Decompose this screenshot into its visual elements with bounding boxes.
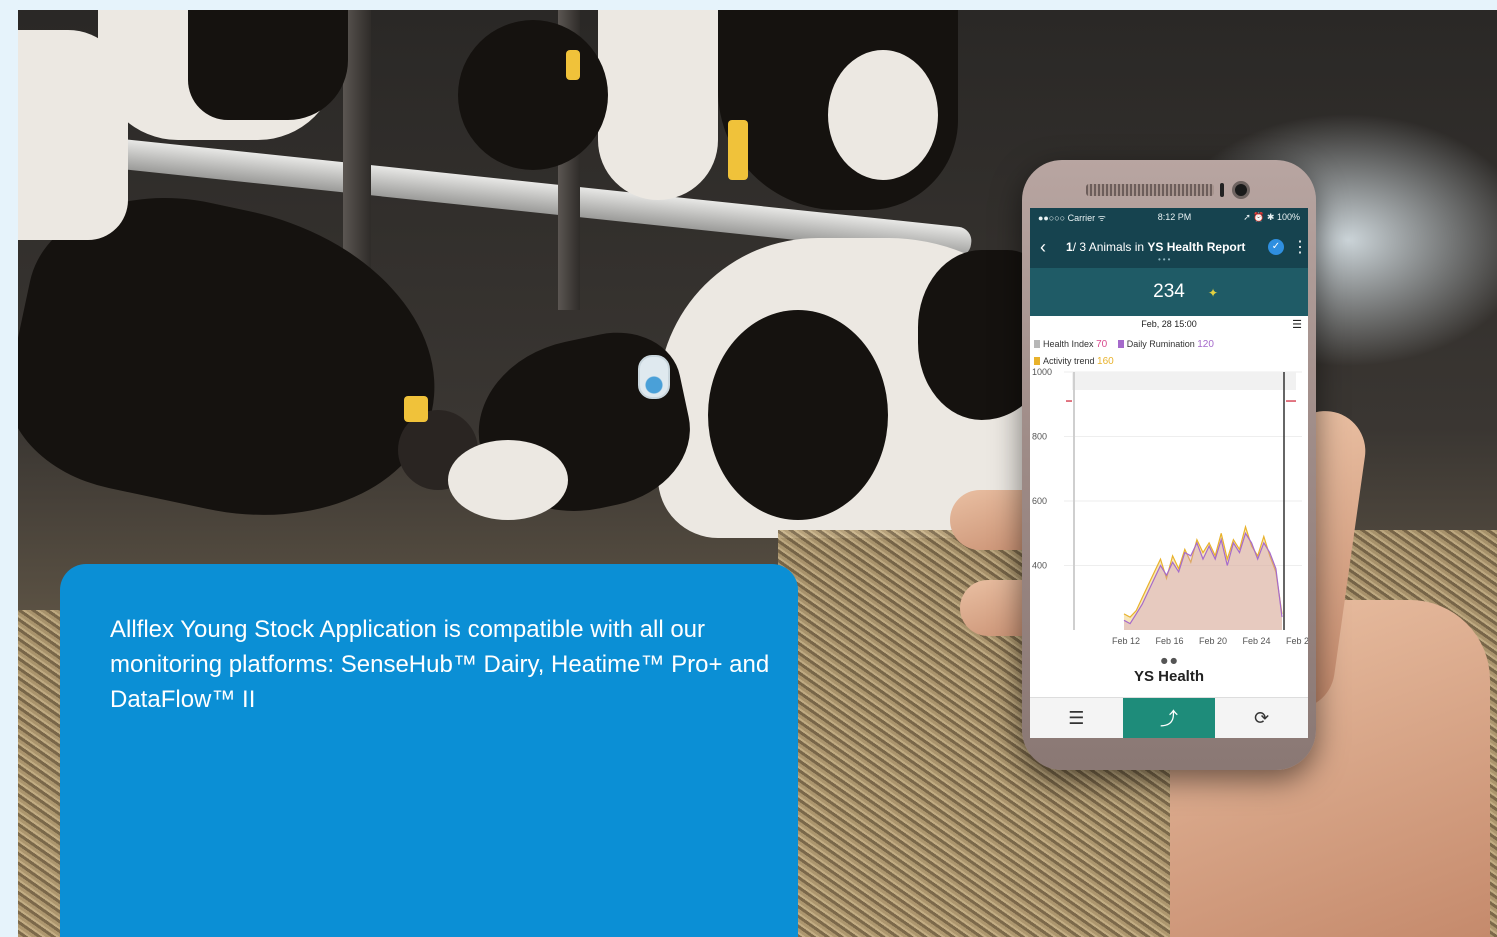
info-card: Allflex Young Stock Application is compa… — [60, 564, 798, 937]
list-icon: ☰ — [1068, 707, 1085, 729]
background-cow — [188, 10, 348, 120]
background-cow — [828, 50, 938, 180]
chart-date: Feb, 28 15:00 — [1141, 319, 1197, 329]
y-tick-label: 600 — [1032, 496, 1047, 506]
nav-title: 1/ 3 Animals in YS Health Report — [1054, 240, 1268, 254]
phone-screen: ●●○○○ Carrier ᯤ 8:12 PM ➚ ⏰ ✱ 100% ‹ 1/ … — [1030, 208, 1308, 738]
section-title: YS Health — [1133, 668, 1205, 685]
legend-value: 70 — [1096, 339, 1108, 350]
chevron-left-icon[interactable]: ‹ — [1032, 237, 1054, 258]
y-tick-label: 1000 — [1032, 368, 1052, 377]
yellow-ear-tag — [404, 396, 428, 422]
x-tick-label: Feb 28 — [1286, 636, 1308, 646]
series-area — [1124, 533, 1282, 630]
calf-patch — [708, 310, 888, 520]
front-camera — [1232, 181, 1250, 199]
trend-icon: ⤴ — [1160, 709, 1178, 730]
sensor — [1220, 183, 1224, 197]
list-icon[interactable]: ☰ — [1292, 317, 1302, 333]
legend-health: Health Index 70 — [1034, 339, 1115, 350]
report-name: YS Health Report — [1147, 240, 1246, 254]
legend-swatch — [1034, 357, 1040, 365]
animal-id: 234 — [1153, 281, 1185, 302]
calf-muzzle — [448, 440, 568, 520]
y-tick-label: 400 — [1032, 561, 1047, 571]
animal-id-header: 234 ✦ — [1030, 268, 1308, 316]
page-dots: ••• — [1158, 255, 1173, 264]
adult-cow-patch — [18, 30, 128, 240]
more-vertical-icon[interactable]: ⋮ — [1292, 237, 1308, 257]
speaker-grill — [1086, 184, 1214, 196]
tab-refresh[interactable]: ⟳ — [1215, 698, 1308, 738]
refresh-icon: ⟳ — [1254, 707, 1270, 729]
pin-icon[interactable]: ✦ — [1208, 286, 1218, 300]
yellow-ear-tag — [566, 50, 580, 80]
legend-activity: Activity trend 160 — [1034, 356, 1122, 367]
smartphone: ●●○○○ Carrier ᯤ 8:12 PM ➚ ⏰ ✱ 100% ‹ 1/ … — [1022, 160, 1316, 770]
x-tick-label: Feb 16 — [1156, 636, 1184, 646]
legend-rumination: Daily Rumination 120 — [1117, 339, 1222, 350]
x-tick-label: Feb 24 — [1243, 636, 1271, 646]
legend-value: 160 — [1097, 356, 1114, 367]
x-tick-label: Feb 12 — [1112, 636, 1140, 646]
animal-position: 1 — [1066, 240, 1073, 254]
legend-label: Health Index — [1043, 339, 1094, 349]
blue-ear-tag — [638, 355, 670, 399]
x-tick-label: Feb 20 — [1199, 636, 1227, 646]
chart-legend: Health Index 70 Daily Rumination 120 Act… — [1030, 332, 1308, 370]
legend-label: Daily Rumination — [1126, 339, 1195, 349]
chart-card: Feb, 28 15:00 ☰ Health Index 70 Daily Ru… — [1030, 316, 1308, 656]
health-chart[interactable]: 1000 800 600 400 Feb 12 Feb 16 Feb 20 Feb 24 Feb… — [1030, 368, 1308, 656]
animals-count-text: / 3 Animals in — [1072, 240, 1148, 254]
legend-swatch — [1034, 340, 1040, 348]
battery-indicator: ➚ ⏰ ✱ 100% — [1243, 211, 1300, 222]
tab-list[interactable]: ☰ — [1030, 698, 1123, 738]
info-text: Allflex Young Stock Application is compa… — [110, 616, 770, 713]
chart-timestamp: Feb, 28 15:00 ☰ — [1030, 316, 1308, 332]
plot-band — [1072, 372, 1296, 390]
legend-label: Activity trend — [1043, 356, 1095, 366]
yellow-ear-tag — [728, 120, 748, 180]
background-cow — [598, 10, 718, 200]
clock: 8:12 PM — [1157, 212, 1192, 222]
background-cow — [458, 20, 608, 170]
pager-dots: ● ● — [1160, 656, 1178, 665]
legend-value: 120 — [1197, 339, 1214, 350]
y-tick-label: 800 — [1032, 432, 1047, 442]
tab-trend[interactable]: ⤴ — [1122, 698, 1216, 738]
nav-bar: ‹ 1/ 3 Animals in YS Health Report ✓ ⋮ •… — [1030, 226, 1308, 268]
legend-swatch — [1117, 340, 1124, 348]
tab-bar: ☰ ⤴ ⟳ — [1030, 697, 1308, 738]
check-circle-icon[interactable]: ✓ — [1268, 239, 1284, 255]
status-bar: ●●○○○ Carrier ᯤ 8:12 PM ➚ ⏰ ✱ 100% — [1030, 208, 1308, 226]
carrier-label: ●●○○○ Carrier ᯤ — [1038, 212, 1106, 223]
